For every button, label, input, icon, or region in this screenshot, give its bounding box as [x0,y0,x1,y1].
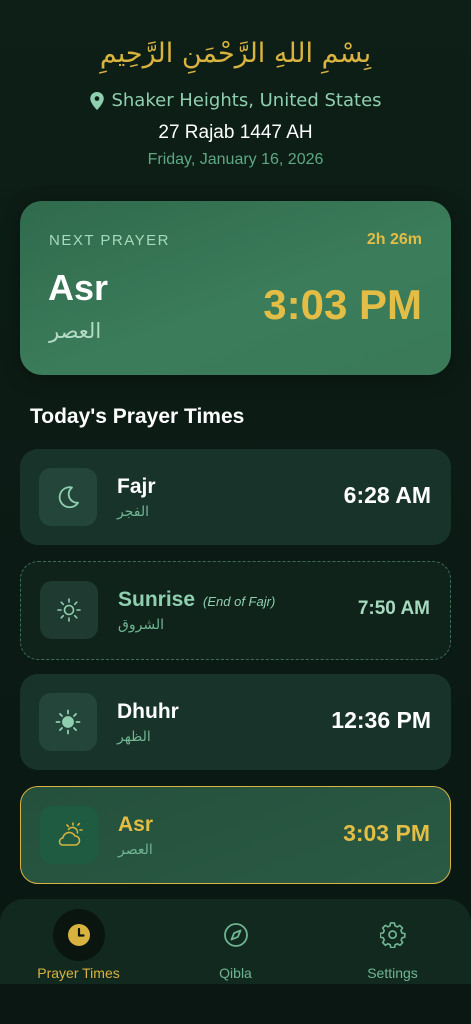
prayer-row-sunrise[interactable]: Sunrise (End of Fajr) الشروق 7:50 AM [20,561,451,660]
gear-icon [379,922,406,948]
prayer-name: Sunrise (End of Fajr) [118,588,275,612]
nav-icon-wrap [52,909,105,961]
prayer-name: Fajr [117,475,156,498]
prayer-arabic: الفجر [117,504,149,520]
nav-icon-wrap [367,909,419,961]
prayer-arabic: الظهر [117,729,151,745]
prayer-name: Dhuhr [117,700,179,723]
home-indicator-area [0,984,471,1024]
moon-icon [58,486,79,509]
nav-label: Qibla [219,965,252,981]
nav-tab-prayer-times[interactable]: Prayer Times [0,899,157,984]
prayer-time: 3:03 PM [343,820,430,846]
clock-icon [67,924,90,946]
nav-icon-wrap [210,909,262,961]
prayer-arabic: الشروق [118,617,164,633]
prayer-icon-box [39,693,97,751]
compass-icon [223,923,248,947]
gregorian-date: Friday, January 16, 2026 [147,151,324,168]
prayer-icon-box [40,581,98,639]
prayer-row-asr[interactable]: Asr العصر 3:03 PM [20,786,451,884]
next-prayer-time: 3:03 PM [263,281,422,328]
prayer-arabic: العصر [118,842,153,858]
prayer-time: 12:36 PM [331,707,431,733]
nav-tab-settings[interactable]: Settings [314,899,471,984]
prayer-note: (End of Fajr) [203,594,276,609]
nav-tab-qibla[interactable]: Qibla [157,899,314,984]
sun-outline-icon [57,598,81,622]
prayer-icon-box [39,468,97,526]
location-row[interactable]: Shaker Heights, United States [0,90,471,111]
nav-label: Prayer Times [37,965,120,981]
next-prayer-name: Asr [48,267,109,308]
location-pin-icon [90,91,105,110]
section-title: Today's Prayer Times [30,405,245,428]
prayer-time: 6:28 AM [343,482,431,508]
prayer-name-text: Sunrise [118,588,196,611]
prayer-row-fajr[interactable]: Fajr الفجر 6:28 AM [20,449,451,545]
prayer-time: 7:50 AM [357,598,430,619]
sun-icon [55,709,81,735]
prayer-icon-box [40,806,98,864]
next-prayer-card[interactable]: NEXT PRAYER 2h 26m Asr العصر 3:03 PM [20,201,451,375]
prayer-times-screen: بِسْمِ اللهِ الرَّحْمَنِ الرَّحِيمِ Shak… [0,0,471,1024]
next-prayer-label: NEXT PRAYER [49,232,170,249]
location-label: Shaker Heights, United States [111,90,382,111]
nav-label: Settings [367,965,418,981]
cloud-sun-icon [58,822,83,846]
next-prayer-arabic: العصر [49,319,102,343]
bismillah-text: بِسْمِ اللهِ الرَّحْمَنِ الرَّحِيمِ [99,38,372,69]
hijri-date: 27 Rajab 1447 AH [158,122,313,143]
prayer-row-dhuhr[interactable]: Dhuhr الظهر 12:36 PM [20,674,451,770]
bottom-nav: Prayer Times Qibla Settings [0,899,471,984]
next-prayer-countdown: 2h 26m [366,231,422,248]
prayer-name: Asr [118,813,154,836]
